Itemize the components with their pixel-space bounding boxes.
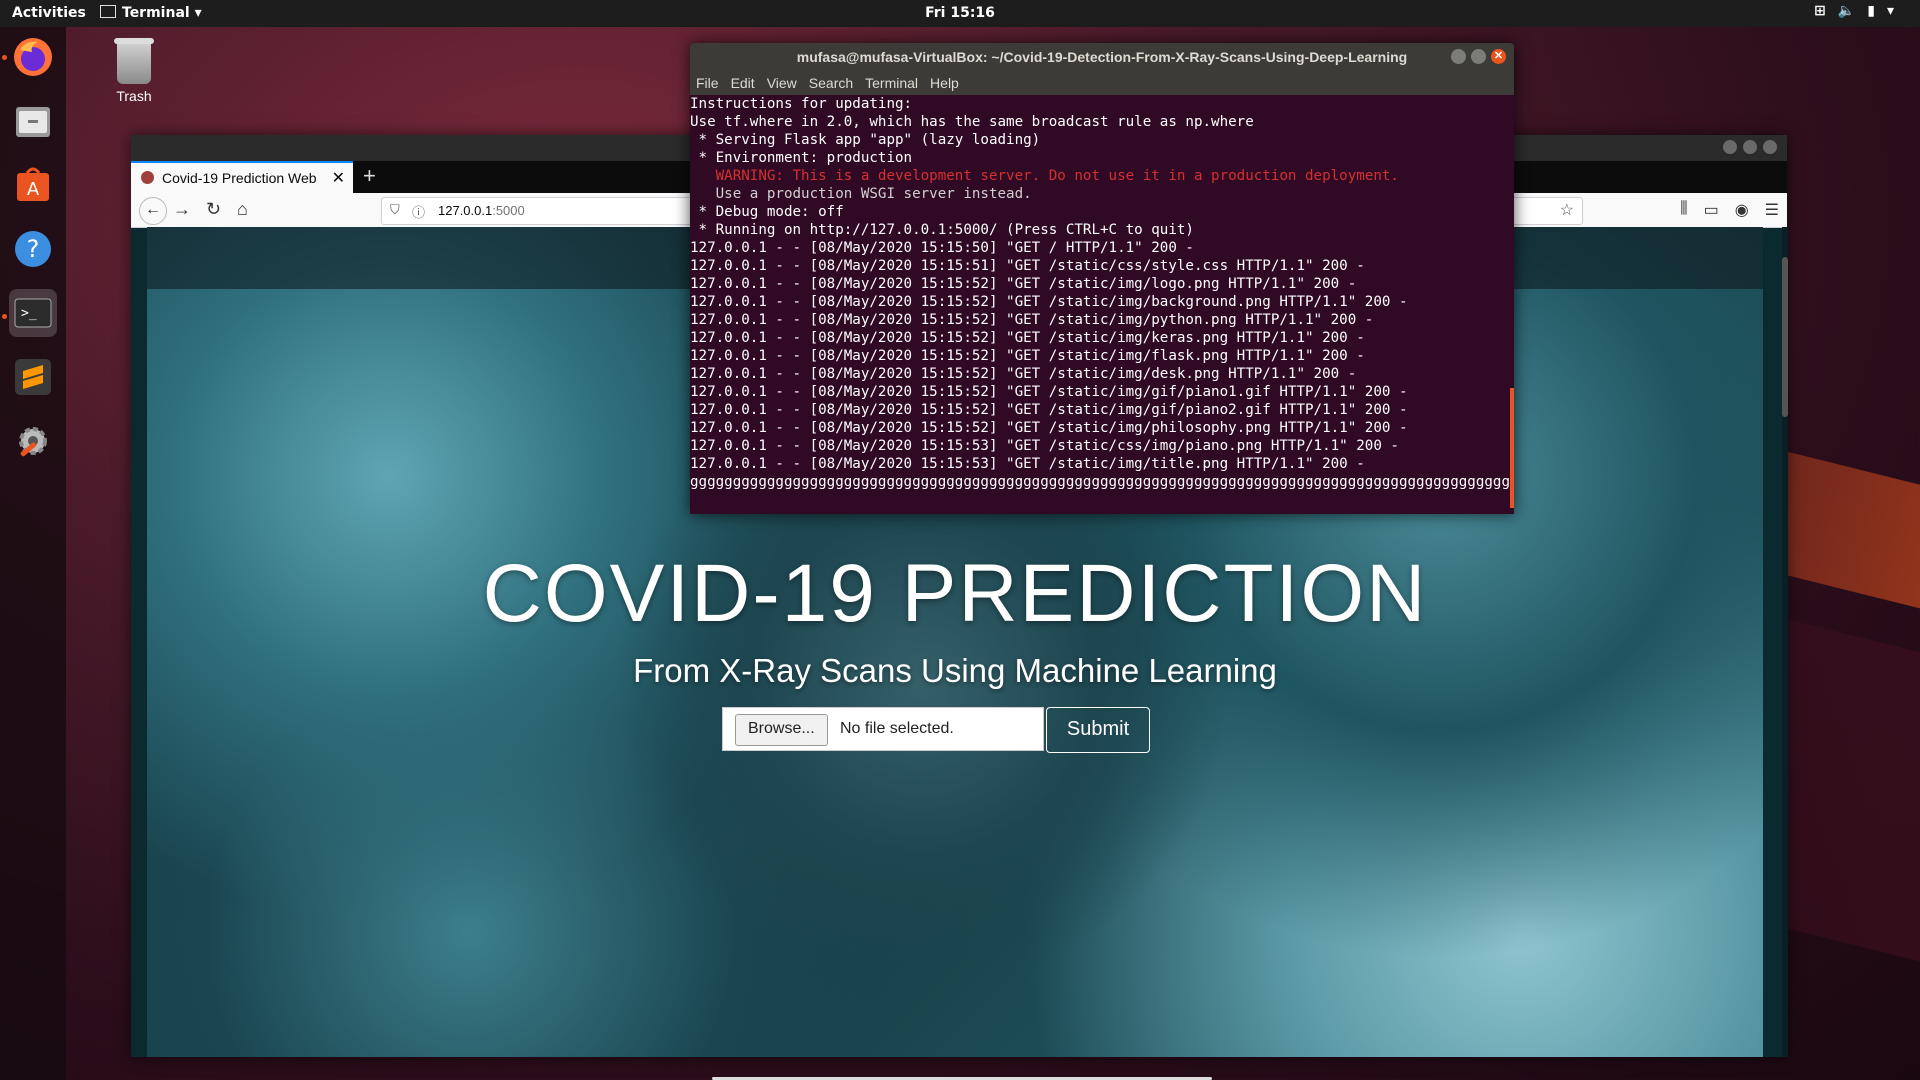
terminal-line: WARNING: This is a development server. D… xyxy=(690,168,1399,184)
terminal-line: * Running on http://127.0.0.1:5000/ (Pre… xyxy=(690,222,1194,238)
new-tab-button[interactable]: + xyxy=(363,163,376,189)
firefox-icon[interactable] xyxy=(9,33,57,81)
svg-text:?: ? xyxy=(27,235,40,263)
menu-icon[interactable]: ☰ xyxy=(1765,200,1779,220)
terminal-title: mufasa@mufasa-VirtualBox: ~/Covid-19-Det… xyxy=(796,49,1408,65)
trash-icon xyxy=(114,38,154,84)
page-title: COVID-19 PREDICTION xyxy=(482,548,1428,639)
terminal-line: gggggggggggggggggggggggggggggggggggggggg… xyxy=(690,474,1514,490)
terminal-output[interactable]: Instructions for updating: Use tf.where i… xyxy=(690,95,1514,514)
site-info-icon[interactable]: ⓘ xyxy=(412,202,425,221)
account-icon[interactable]: ◉ xyxy=(1735,200,1749,220)
system-tray[interactable]: ⊞🔈▮▾ xyxy=(1814,3,1906,19)
app-menu-label: Terminal xyxy=(122,5,190,21)
minimize-icon[interactable] xyxy=(1451,49,1466,64)
terminal-window: mufasa@mufasa-VirtualBox: ~/Covid-19-Det… xyxy=(690,43,1514,514)
terminal-scrollbar[interactable] xyxy=(1510,388,1514,508)
files-icon[interactable] xyxy=(9,97,57,145)
maximize-icon[interactable] xyxy=(1471,49,1486,64)
bookmark-star-icon[interactable]: ☆ xyxy=(1560,200,1574,220)
sublime-text-icon[interactable] xyxy=(9,353,57,401)
browse-button[interactable]: Browse... xyxy=(735,714,828,746)
activities-button[interactable]: Activities xyxy=(12,5,86,21)
terminal-line: 127.0.0.1 - - [08/May/2020 15:15:53] "GE… xyxy=(690,438,1399,454)
chevron-down-icon: ▾ xyxy=(1886,3,1906,19)
tab-title: Covid-19 Prediction Web xyxy=(162,170,317,186)
page-subtitle: From X-Ray Scans Using Machine Learning xyxy=(633,652,1277,689)
software-icon[interactable]: A xyxy=(9,161,57,209)
terminal-line: * Debug mode: off xyxy=(690,204,844,220)
close-icon[interactable]: ✕ xyxy=(1491,49,1506,64)
maximize-icon[interactable] xyxy=(1743,140,1757,154)
toolbar-icons: ⫼ ▭ ◉ ☰ xyxy=(1680,200,1779,220)
settings-icon[interactable] xyxy=(9,417,57,465)
terminal-titlebar[interactable]: mufasa@mufasa-VirtualBox: ~/Covid-19-Det… xyxy=(690,43,1514,71)
running-indicator xyxy=(2,314,7,319)
dock: A ? >_ xyxy=(0,27,66,1080)
terminal-line: 127.0.0.1 - - [08/May/2020 15:15:52] "GE… xyxy=(690,384,1408,400)
file-input[interactable]: Browse... No file selected. xyxy=(722,707,1044,751)
url-port: :5000 xyxy=(492,203,525,218)
trash-label: Trash xyxy=(116,88,152,104)
menu-file[interactable]: File xyxy=(696,75,719,91)
help-icon[interactable]: ? xyxy=(9,225,57,273)
terminal-line: 127.0.0.1 - - [08/May/2020 15:15:52] "GE… xyxy=(690,330,1365,346)
terminal-line: Use tf.where in 2.0, which has the same … xyxy=(690,114,1254,130)
url-host: 127.0.0.1 xyxy=(438,203,493,218)
tab-close-icon[interactable]: ✕ xyxy=(332,168,345,188)
minimize-icon[interactable] xyxy=(1723,140,1737,154)
battery-icon: ▮ xyxy=(1867,3,1887,19)
terminal-line: Use a production WSGI server instead. xyxy=(690,186,1032,202)
terminal-line: 127.0.0.1 - - [08/May/2020 15:15:53] "GE… xyxy=(690,456,1365,472)
home-icon[interactable]: ⌂ xyxy=(237,199,248,220)
volume-icon: 🔈 xyxy=(1837,3,1868,19)
terminal-line: 127.0.0.1 - - [08/May/2020 15:15:52] "GE… xyxy=(690,294,1408,310)
terminal-line: * Serving Flask app "app" (lazy loading) xyxy=(690,132,1041,148)
menu-search[interactable]: Search xyxy=(809,75,853,91)
virus-favicon-icon xyxy=(141,171,154,184)
close-icon[interactable] xyxy=(1763,140,1777,154)
terminal-line: 127.0.0.1 - - [08/May/2020 15:15:52] "GE… xyxy=(690,402,1408,418)
terminal-menubar: File Edit View Search Terminal Help xyxy=(690,71,1514,95)
running-indicator xyxy=(2,55,7,60)
tab-covid-prediction[interactable]: Covid-19 Prediction Web ✕ xyxy=(131,161,353,193)
network-icon: ⊞ xyxy=(1814,3,1838,19)
page-scrollbar[interactable] xyxy=(1782,227,1788,1057)
svg-text:A: A xyxy=(27,179,40,200)
terminal-mini-icon xyxy=(100,5,116,18)
svg-text:>_: >_ xyxy=(21,306,37,321)
terminal-line: 127.0.0.1 - - [08/May/2020 15:15:51] "GE… xyxy=(690,258,1365,274)
file-status: No file selected. xyxy=(840,720,954,737)
menu-edit[interactable]: Edit xyxy=(731,75,755,91)
top-bar: Activities Terminal ▾ Fri 15:16 ⊞🔈▮▾ xyxy=(0,0,1920,27)
library-icon[interactable]: ⫼ xyxy=(1680,200,1687,220)
back-icon[interactable]: ← xyxy=(139,197,167,225)
menu-help[interactable]: Help xyxy=(930,75,959,91)
terminal-line: Instructions for updating: xyxy=(690,96,913,112)
terminal-line: 127.0.0.1 - - [08/May/2020 15:15:52] "GE… xyxy=(690,312,1374,328)
menu-terminal[interactable]: Terminal xyxy=(865,75,918,91)
submit-button[interactable]: Submit xyxy=(1046,707,1150,753)
sidebar-icon[interactable]: ▭ xyxy=(1704,200,1719,220)
forward-icon[interactable]: → xyxy=(173,199,191,220)
terminal-line: 127.0.0.1 - - [08/May/2020 15:15:52] "GE… xyxy=(690,348,1365,364)
clock[interactable]: Fri 15:16 xyxy=(0,5,1920,21)
scrollbar-thumb[interactable] xyxy=(1782,257,1788,417)
terminal-line: 127.0.0.1 - - [08/May/2020 15:15:52] "GE… xyxy=(690,420,1408,436)
terminal-icon[interactable]: >_ xyxy=(9,289,57,337)
upload-form: Browse... No file selected. Submit xyxy=(707,707,1150,753)
terminal-line: 127.0.0.1 - - [08/May/2020 15:15:50] "GE… xyxy=(690,240,1194,256)
url-text: 127.0.0.1:5000 xyxy=(438,203,525,218)
terminal-line: 127.0.0.1 - - [08/May/2020 15:15:52] "GE… xyxy=(690,366,1357,382)
reload-icon[interactable]: ↻ xyxy=(206,199,221,220)
terminal-line: * Environment: production xyxy=(690,150,913,166)
terminal-line: 127.0.0.1 - - [08/May/2020 15:15:52] "GE… xyxy=(690,276,1357,292)
app-menu[interactable]: Terminal ▾ xyxy=(100,5,202,21)
menu-view[interactable]: View xyxy=(767,75,797,91)
trash-desktop-icon[interactable]: Trash xyxy=(100,38,168,104)
tracking-shield-icon[interactable]: ⛉ xyxy=(390,202,400,218)
